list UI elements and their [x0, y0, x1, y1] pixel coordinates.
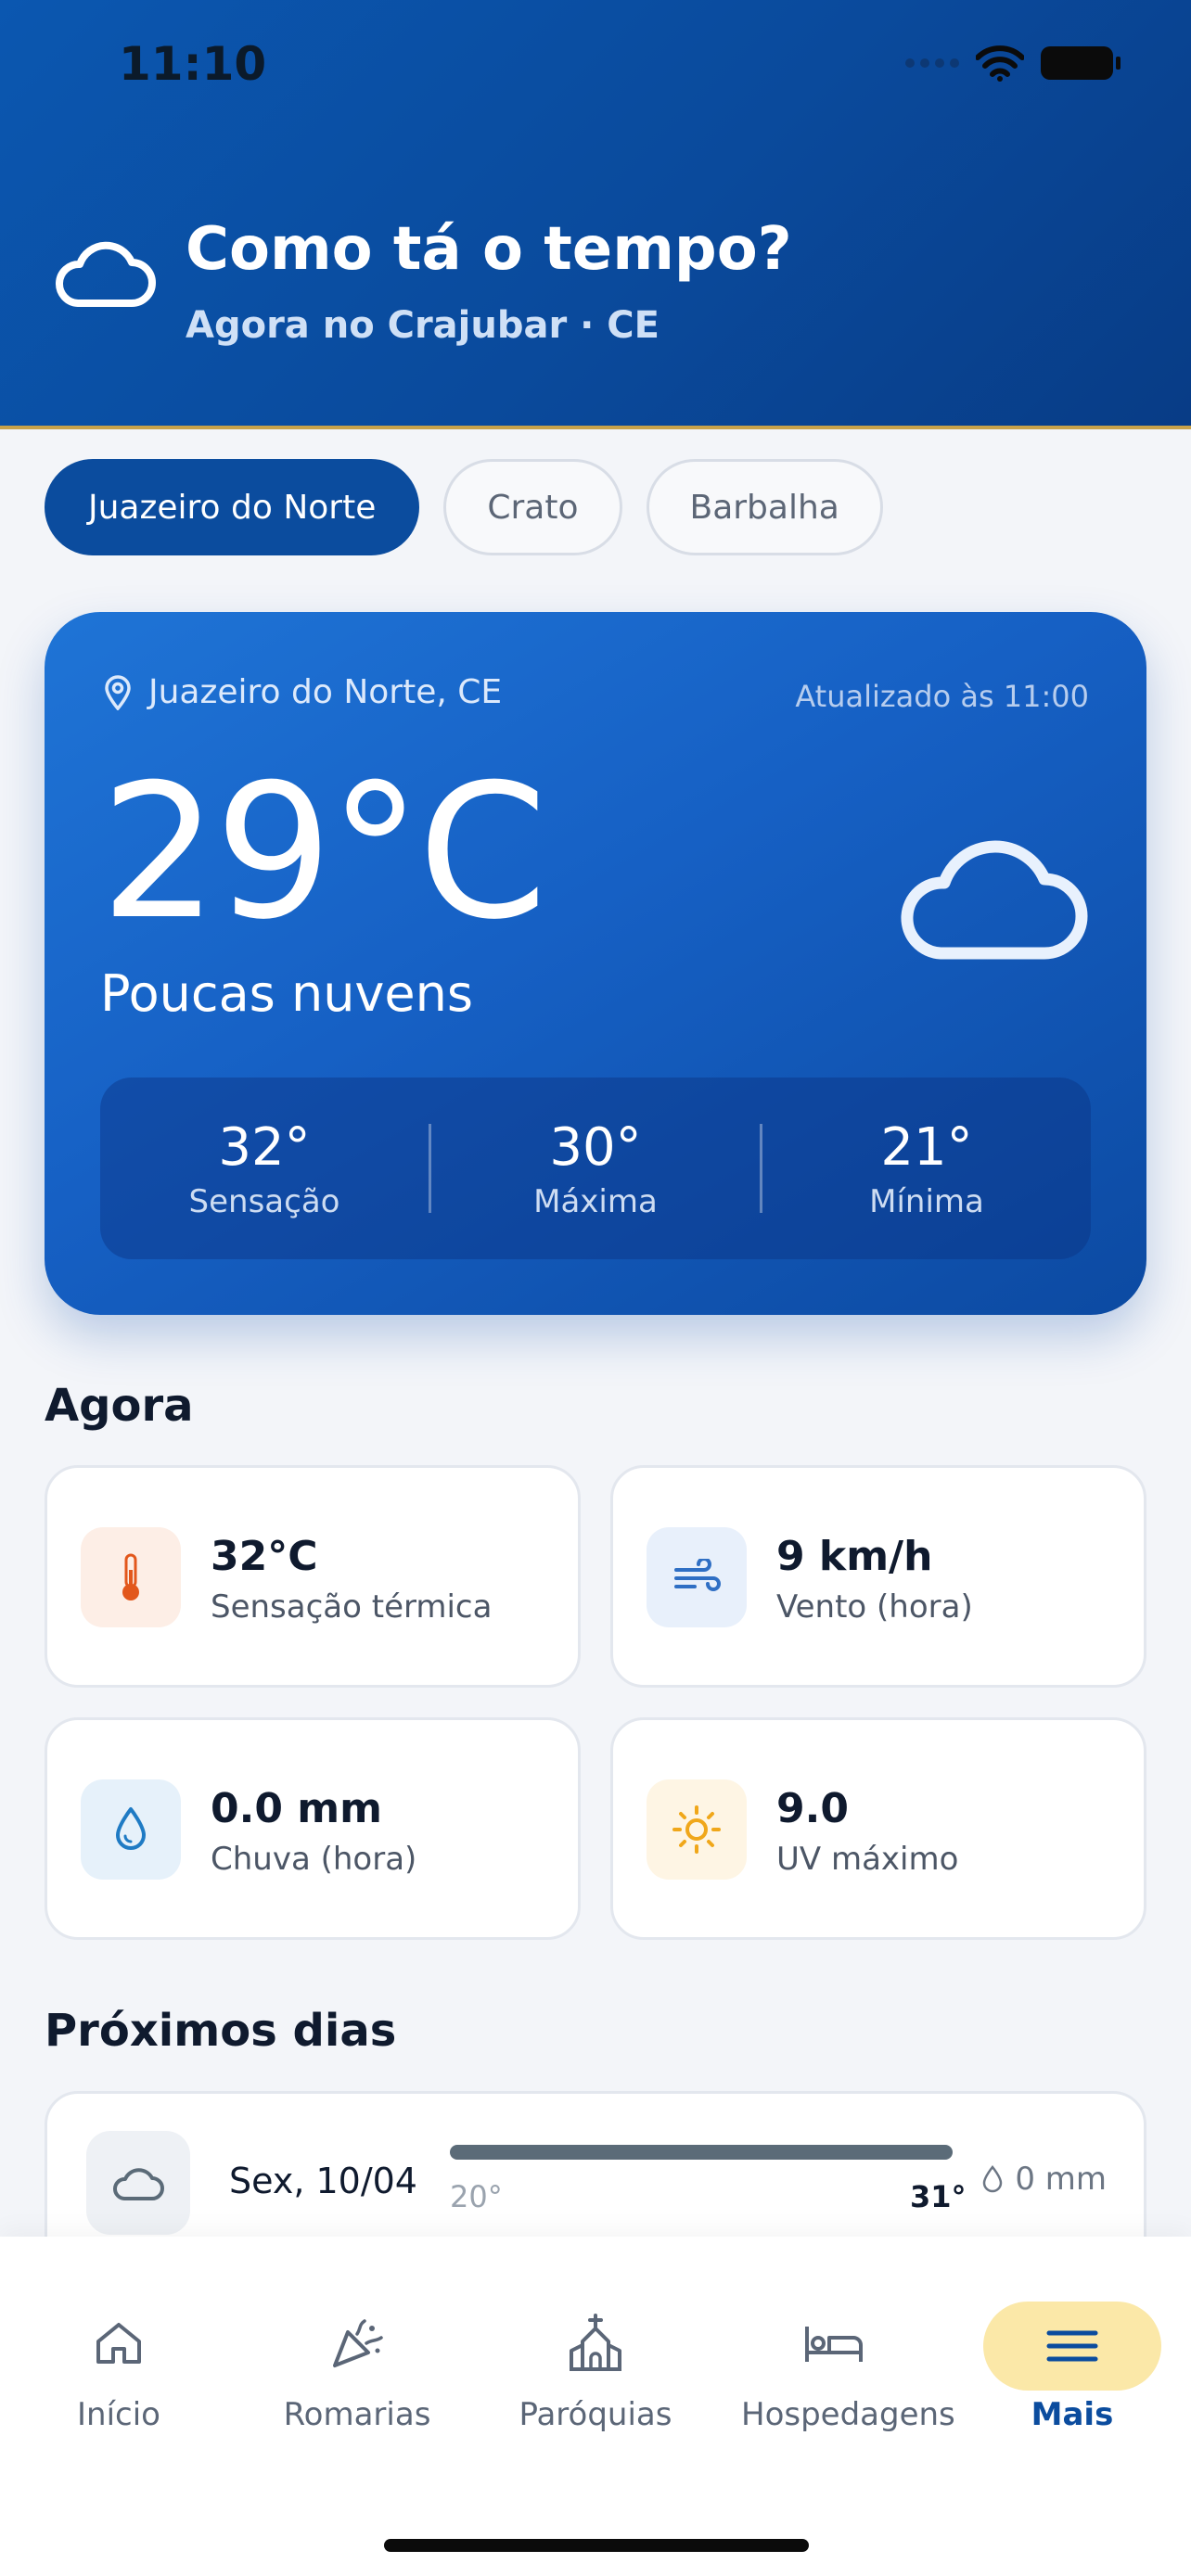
cloud-icon: [56, 241, 156, 307]
tile-uv: 9.0 UV máximo: [610, 1717, 1146, 1940]
chip-crato[interactable]: Crato: [443, 459, 622, 555]
droplet-icon: [983, 2165, 1003, 2193]
current-temperature: 29°C: [100, 745, 547, 961]
home-indicator: [384, 2539, 809, 2552]
wind-icon: [647, 1527, 747, 1627]
signal-icon: [905, 58, 959, 68]
tile-value: 32°C: [211, 1533, 318, 1580]
temperature-stats: 32° Sensação 30° Máxima 21° Mínima: [100, 1078, 1091, 1259]
tile-label: Chuva (hora): [211, 1841, 417, 1878]
tile-label: Vento (hora): [776, 1588, 973, 1626]
tile-value: 9.0: [776, 1785, 849, 1832]
tile-value: 9 km/h: [776, 1533, 933, 1580]
pin-icon: [105, 674, 131, 710]
cloud-icon: [86, 2131, 190, 2235]
wifi-icon: [976, 45, 1024, 82]
weather-card: Juazeiro do Norte, CE Atualizado às 11:0…: [45, 612, 1146, 1315]
tab-bar: Início Romarias Paróquias Hospedagens Ma…: [0, 2237, 1191, 2576]
menu-icon: [983, 2302, 1161, 2391]
location-label: Juazeiro do Norte, CE: [148, 673, 503, 711]
tab-hospedagens[interactable]: Hospedagens: [741, 2302, 955, 2433]
tile-wind: 9 km/h Vento (hora): [610, 1465, 1146, 1688]
bed-icon: [741, 2302, 927, 2385]
forecast-rain: 0 mm: [981, 2161, 1107, 2198]
page-title: Como tá o tempo?: [186, 215, 792, 284]
tile-label: Sensação térmica: [211, 1588, 493, 1626]
church-icon: [503, 2302, 688, 2385]
droplet-icon: [81, 1779, 181, 1880]
tile-feels-like: 32°C Sensação térmica: [45, 1465, 581, 1688]
tab-inicio[interactable]: Início: [26, 2302, 211, 2433]
status-icons: [905, 45, 1121, 82]
tab-romarias[interactable]: Romarias: [264, 2302, 450, 2433]
temperature-range-bar: [450, 2145, 953, 2160]
party-popper-icon: [264, 2302, 450, 2385]
forecast-day: Sex, 10/04: [229, 2161, 417, 2201]
status-time: 11:10: [119, 37, 267, 91]
stat-max: 30° Máxima: [533, 1116, 658, 1220]
forecast-max: 31°: [910, 2179, 967, 2214]
forecast-rain-label: 0 mm: [1015, 2161, 1107, 2198]
tile-value: 0.0 mm: [211, 1785, 382, 1832]
updated-time: Atualizado às 11:00: [795, 679, 1089, 714]
chip-juazeiro[interactable]: Juazeiro do Norte: [45, 459, 420, 555]
stat-feels-like: 32° Sensação: [188, 1116, 340, 1220]
tile-rain: 0.0 mm Chuva (hora): [45, 1717, 581, 1940]
tab-mais[interactable]: Mais: [980, 2302, 1165, 2433]
battery-icon: [1041, 46, 1121, 80]
thermometer-icon: [81, 1527, 181, 1627]
sun-icon: [647, 1779, 747, 1880]
tab-paroquias[interactable]: Paróquias: [503, 2302, 688, 2433]
header: 11:10 Como tá o tempo? Agora no Crajubar…: [0, 0, 1191, 429]
section-title-forecast: Próximos dias: [45, 2005, 397, 2057]
home-icon: [26, 2302, 211, 2385]
forecast-min: 20°: [450, 2179, 503, 2214]
cloud-icon: [901, 840, 1088, 960]
page-subtitle: Agora no Crajubar · CE: [186, 304, 660, 347]
chip-barbalha[interactable]: Barbalha: [646, 459, 883, 555]
stat-min: 21° Mínima: [869, 1116, 984, 1220]
section-title-now: Agora: [45, 1380, 194, 1432]
tile-label: UV máximo: [776, 1841, 959, 1878]
city-chips: Juazeiro do Norte Crato Barbalha: [45, 459, 883, 555]
condition-label: Poucas nuvens: [100, 964, 473, 1023]
location: Juazeiro do Norte, CE: [104, 673, 502, 711]
